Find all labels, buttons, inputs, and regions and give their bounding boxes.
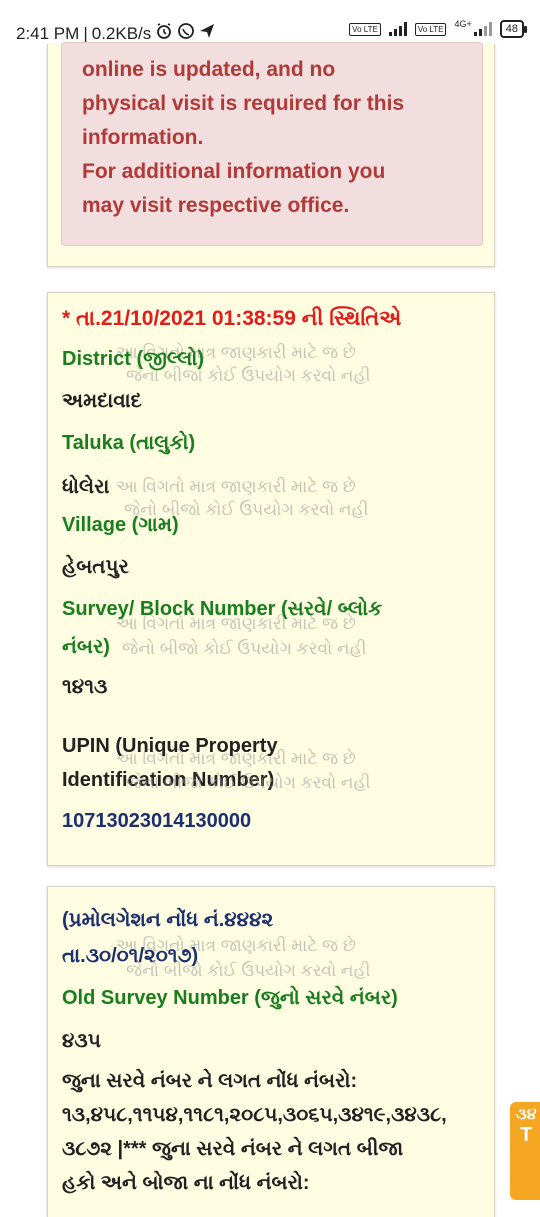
volte-badge-2: Vo LTE: [414, 22, 447, 36]
taluka-label: Taluka (તાલુકો): [62, 432, 196, 454]
survey-value: ૧૪૧૩: [62, 676, 108, 698]
promulgation-date: તા.૩૦/૦૧/૨૦૧૭): [62, 945, 199, 967]
district-value: અમદાવાદ: [62, 390, 142, 412]
info-alert: online is updated, and no physical visit…: [61, 42, 483, 246]
alert-line: may visit respective office.: [82, 194, 350, 217]
survey-label-cont: નંબર): [62, 636, 110, 658]
taluka-value: ધોલેરા: [62, 476, 110, 498]
related-entries-list: ૧૩,૪૫૮,૧૧૫૪,૧૧૮૧,૨૦૮૫,૩૦૬૫,૩૪૧૯,૩૪૩૮,: [62, 1104, 447, 1126]
upin-label: UPIN (Unique Property: [62, 735, 278, 757]
old-survey-value: ૪૩૫: [62, 1030, 101, 1052]
upin-value: 10713023014130000: [62, 810, 252, 832]
old-survey-label: Old Survey Number (જુનો સરવે નંબર): [62, 987, 398, 1009]
floating-widget-letter: T: [520, 1124, 533, 1146]
related-entries-list-cont: ૩૮૭૨ |*** જુના સરવે નંબર ને લગત બીજા: [62, 1138, 404, 1160]
district-label: District (જીલ્લો): [62, 348, 205, 370]
alert-line: For additional information you: [82, 160, 386, 183]
network-gen: 4G+: [454, 19, 472, 29]
status-speed: 0.2KB/s: [91, 23, 152, 43]
survey-label: Survey/ Block Number (સરવે/ બ્લોક: [62, 598, 383, 620]
floating-widget[interactable]: ૩૪ T: [510, 1102, 540, 1200]
alert-line: online is updated, and no: [82, 58, 336, 81]
status-right: Vo LTE Vo LTE 4G+ 48: [349, 19, 528, 38]
encumbrance-heading: હકો અને બોજા ના નોંધ નંબરો:: [62, 1172, 310, 1194]
volte-badge-1: Vo LTE: [349, 22, 381, 36]
promulgation-note: (પ્રમોલગેશન નોંધ નં.૪૪૪૨: [62, 909, 274, 931]
record-timestamp: * તા.21/10/2021 01:38:59 ની સ્થિતિએ: [62, 307, 402, 330]
alert-line: information.: [82, 126, 204, 149]
status-time: 2:41 PM: [16, 23, 80, 43]
status-separator: |: [83, 23, 88, 43]
battery-icon: 48: [499, 20, 528, 38]
village-value: હેબતપુર: [62, 556, 129, 578]
alert-line: physical visit is required for this: [82, 92, 405, 115]
send-icon: [199, 23, 215, 44]
village-label: Village (ગામ): [62, 514, 179, 536]
floating-widget-text: ૩૪: [516, 1106, 537, 1123]
signal-icon: [388, 22, 407, 36]
related-entries-heading: જુના સરવે નંબર ને લગત નોંધ નંબરો:: [62, 1070, 358, 1092]
signal-icon-2: [473, 22, 492, 36]
battery-level: 48: [505, 23, 518, 35]
upin-label-cont: Identification Number): [62, 769, 275, 791]
